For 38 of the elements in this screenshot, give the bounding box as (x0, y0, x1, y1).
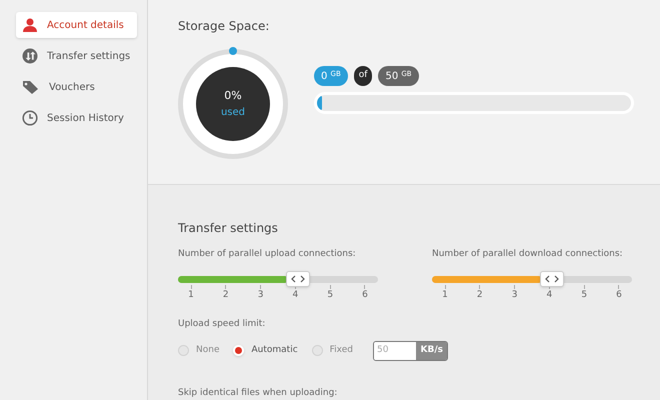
tick-label: 3 (258, 288, 264, 302)
field-label: Skip identical files when uploading: (178, 386, 338, 400)
sidebar-item[interactable]: Transfer settings (16, 43, 137, 69)
field-label: Number of parallel download connections: (432, 248, 624, 261)
tick-label: 3 (512, 288, 518, 302)
field-label: Number of parallel upload connections: (178, 248, 357, 261)
tags-icon (22, 79, 40, 95)
tick-label: 1 (188, 288, 194, 302)
percent-used: 0% (224, 88, 242, 104)
slider-handle[interactable] (540, 270, 564, 286)
field-label: Upload speed limit: (178, 318, 266, 331)
radio-option[interactable]: Automatic (233, 344, 298, 358)
tick-label: 5 (581, 288, 588, 302)
speed-input[interactable]: 50 KB/s (372, 340, 448, 360)
gauge-indicator (229, 47, 237, 55)
tick-label: 4 (292, 288, 298, 302)
slider-handle[interactable] (286, 270, 310, 286)
storage-fill (317, 95, 322, 111)
tick-label: 5 (327, 288, 334, 302)
tick-label: 2 (476, 288, 483, 302)
of-label: of (354, 66, 372, 86)
radio-button[interactable] (312, 345, 323, 356)
unit-label: KB/s (416, 342, 447, 360)
person-icon (22, 17, 38, 33)
sidebar-item[interactable]: Session History (16, 105, 137, 131)
used-label: used (220, 106, 246, 120)
tick-label: 2 (222, 288, 229, 302)
tick-label: 4 (546, 288, 552, 302)
radio-button[interactable] (178, 345, 189, 356)
section-title: Transfer settings (178, 220, 279, 237)
section-title: Storage Space: (178, 18, 270, 35)
tick-label: 1 (442, 288, 448, 302)
arrows-icon (22, 48, 38, 64)
sidebar-item[interactable]: Account details (16, 12, 137, 38)
tick-label: 6 (616, 288, 622, 302)
sidebar-item[interactable]: Vouchers (16, 74, 137, 100)
clock-icon (22, 110, 38, 126)
tick-label: 6 (362, 288, 368, 302)
